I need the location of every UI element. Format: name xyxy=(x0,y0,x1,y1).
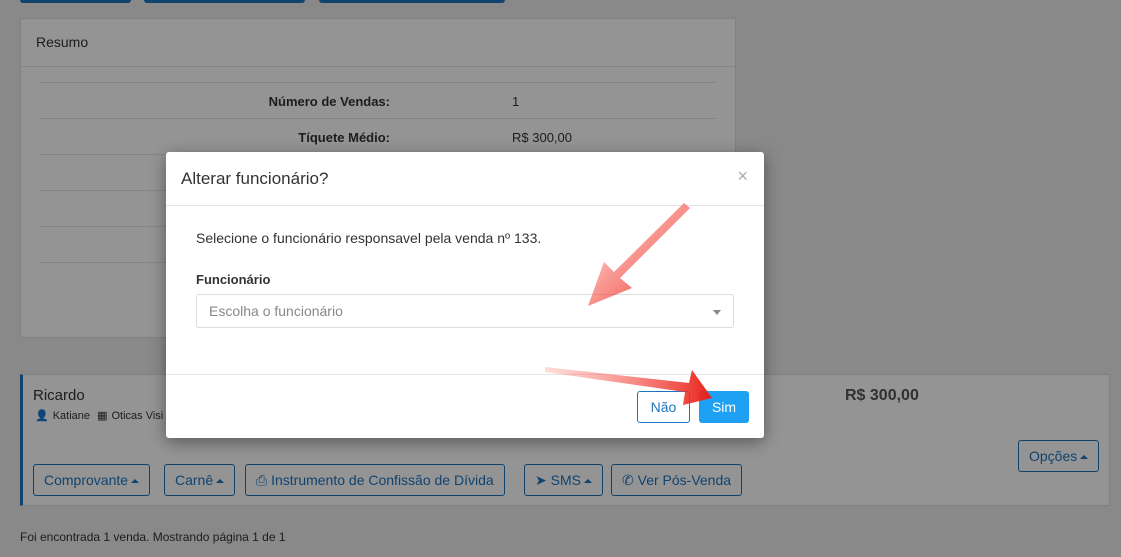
nao-button[interactable]: Não xyxy=(637,391,690,423)
close-icon[interactable]: × xyxy=(737,166,748,187)
modal-body: Selecione o funcionário responsavel pela… xyxy=(196,230,734,328)
chevron-down-icon xyxy=(713,310,721,315)
sim-button[interactable]: Sim xyxy=(699,391,749,423)
modal-footer: Não Sim xyxy=(166,374,764,438)
select-placeholder: Escolha o funcionário xyxy=(209,303,343,319)
modal-message: Selecione o funcionário responsavel pela… xyxy=(196,230,542,246)
funcionario-select[interactable]: Escolha o funcionário xyxy=(196,294,734,328)
modal-header: Alterar funcionário? × xyxy=(166,152,764,206)
funcionario-label: Funcionário xyxy=(196,272,271,287)
alterar-funcionario-modal: Alterar funcionário? × Selecione o funci… xyxy=(166,152,764,438)
modal-title: Alterar funcionário? xyxy=(181,169,329,188)
